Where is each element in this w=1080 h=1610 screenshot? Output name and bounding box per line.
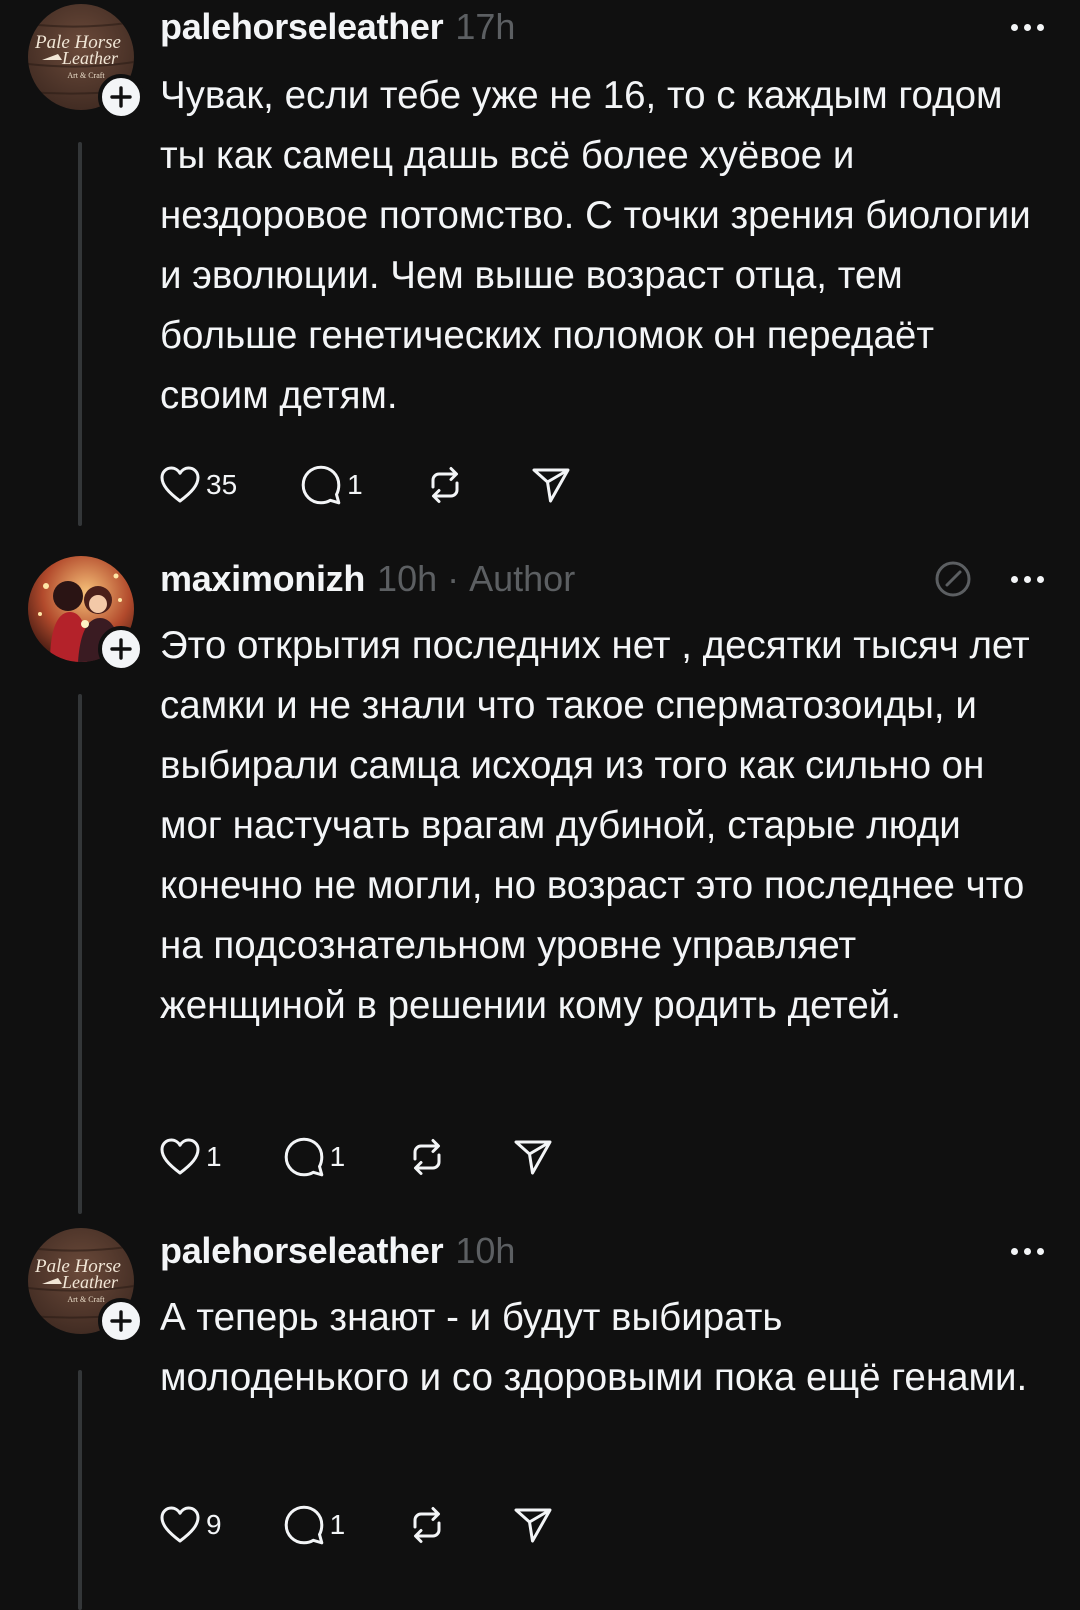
repost-icon — [413, 1507, 441, 1543]
comment-icon — [301, 465, 341, 505]
timestamp: 10h — [377, 558, 438, 599]
heart-icon — [160, 466, 200, 503]
more-options-icon[interactable] — [1011, 569, 1044, 589]
thread-line — [78, 142, 82, 526]
meta-separator: · — [447, 558, 460, 599]
post-header: maximonizh 10h · Author — [160, 554, 1044, 604]
avatar-logo-line2: Leather — [61, 1272, 119, 1292]
share-button[interactable] — [511, 1135, 555, 1179]
send-icon — [514, 1508, 552, 1543]
post-text: А теперь знают - и будут выбирать молоде… — [160, 1296, 1028, 1399]
post-header: palehorseleather 17h — [160, 2, 1044, 52]
post-text: Это открытия последних нет , десятки тыс… — [160, 624, 1041, 1027]
repost-button[interactable] — [405, 1503, 449, 1547]
plus-icon — [110, 638, 132, 660]
like-button[interactable]: 35 — [158, 463, 237, 507]
post-text: Чувак, если тебе уже не 16, то с каждым … — [160, 74, 1042, 417]
reply-button[interactable]: 1 — [282, 1503, 346, 1547]
like-count: 9 — [206, 1509, 222, 1540]
avatar-logo-line2: Leather — [61, 48, 119, 68]
reply-count: 1 — [347, 469, 363, 500]
repost-icon — [413, 1139, 441, 1175]
follow-button[interactable] — [98, 74, 144, 120]
comment-icon — [284, 1505, 323, 1545]
action-bar: 35 1 — [158, 460, 573, 510]
send-icon — [532, 468, 570, 503]
timestamp: 10h — [455, 1230, 516, 1271]
repost-button[interactable] — [405, 1135, 449, 1179]
like-button[interactable]: 1 — [158, 1135, 222, 1179]
plus-icon — [110, 86, 132, 108]
timestamp: 17h — [455, 6, 516, 47]
avatar-logo-line3: Art & Craft — [67, 1295, 105, 1304]
post-header: palehorseleather 10h — [160, 1226, 1044, 1276]
username[interactable]: palehorseleather — [160, 1230, 444, 1272]
repost-button[interactable] — [423, 463, 467, 507]
send-icon — [514, 1140, 552, 1175]
follow-button[interactable] — [98, 1298, 144, 1344]
username[interactable]: palehorseleather — [160, 6, 444, 48]
thread-line — [78, 1370, 82, 1610]
share-button[interactable] — [529, 463, 573, 507]
heart-icon — [160, 1138, 200, 1175]
reply-button[interactable]: 1 — [282, 1135, 346, 1179]
reply-button[interactable]: 1 — [299, 463, 363, 507]
more-options-icon[interactable] — [1011, 17, 1044, 37]
like-count: 35 — [206, 469, 238, 500]
reply-count: 1 — [329, 1509, 346, 1540]
like-count: 1 — [206, 1141, 222, 1172]
like-button[interactable]: 9 — [158, 1503, 222, 1547]
avatar-logo-line3: Art & Craft — [67, 71, 105, 80]
repost-icon — [431, 467, 459, 503]
more-options-icon[interactable] — [1011, 1241, 1044, 1261]
comment-icon — [284, 1137, 323, 1177]
follow-button[interactable] — [98, 626, 144, 672]
share-button[interactable] — [511, 1503, 555, 1547]
username[interactable]: maximonizh — [160, 558, 365, 600]
reply-count: 1 — [329, 1141, 346, 1172]
plus-icon — [110, 1310, 132, 1332]
heart-icon — [160, 1506, 200, 1543]
thread-line — [78, 694, 82, 1214]
edit-icon[interactable] — [933, 559, 973, 599]
action-bar: 1 1 — [158, 1132, 555, 1182]
action-bar: 9 1 — [158, 1500, 555, 1550]
author-tag: Author — [469, 558, 576, 599]
